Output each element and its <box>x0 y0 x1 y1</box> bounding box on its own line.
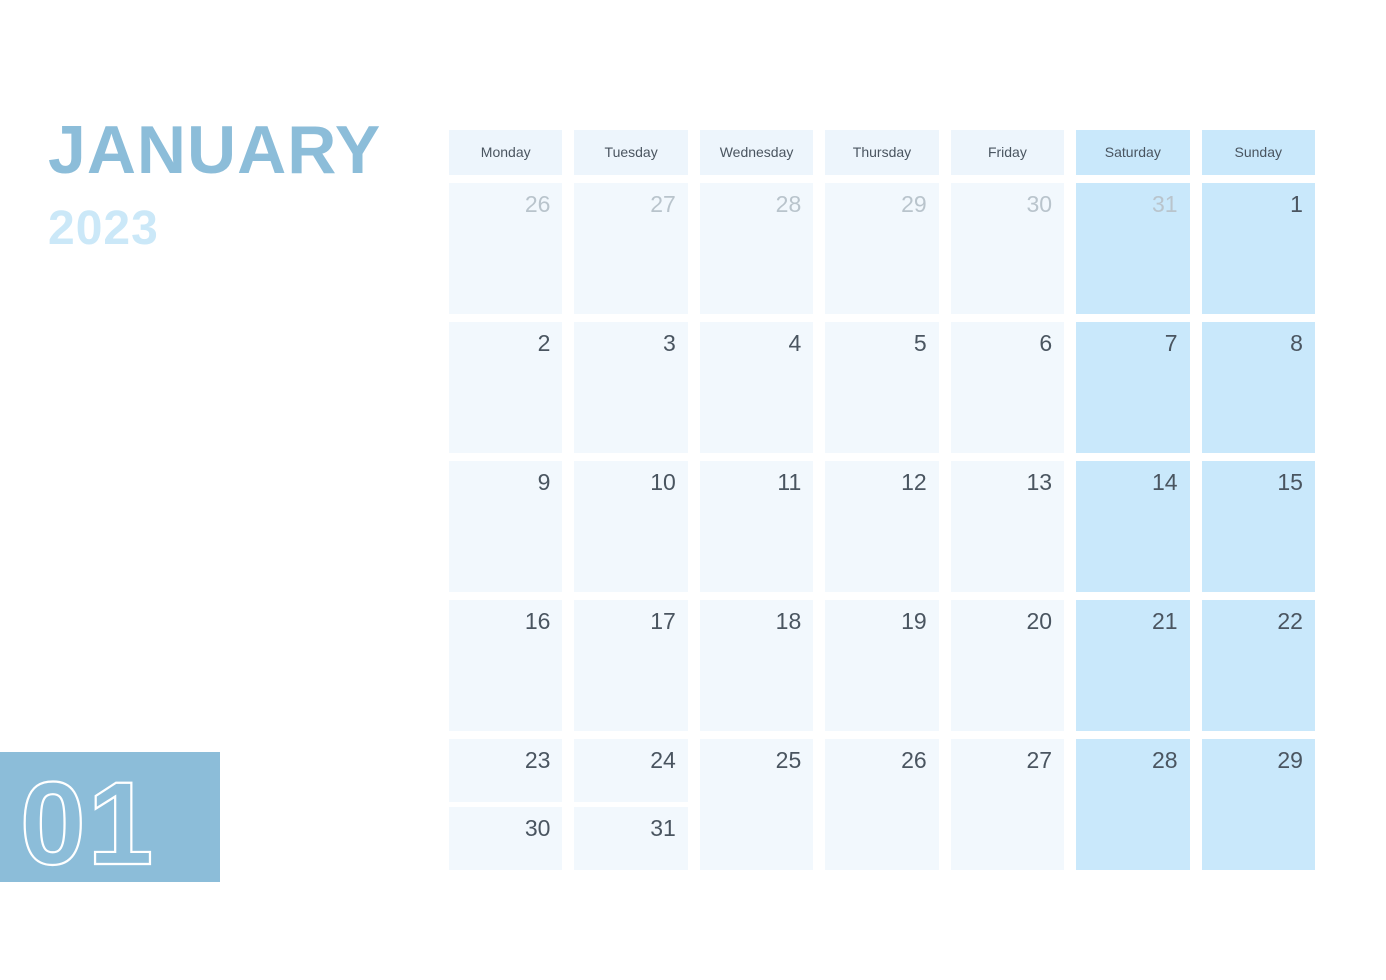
day-cell[interactable]: 30 <box>449 807 563 870</box>
day-column: 16 <box>449 600 563 731</box>
day-cell[interactable]: 19 <box>825 600 939 731</box>
week-row: 23 30 24 31 25 26 27 28 29 <box>449 739 1315 870</box>
weekday-header-thursday: Thursday <box>825 130 939 175</box>
day-column: 19 <box>825 600 939 731</box>
weekday-header-sunday: Sunday <box>1201 130 1315 175</box>
day-cell[interactable]: 2 <box>449 322 563 453</box>
day-column: 6 <box>950 322 1065 453</box>
day-column: 10 <box>574 461 688 592</box>
weekday-header-wednesday: Wednesday <box>699 130 814 175</box>
week-row: 16 17 18 19 20 21 22 <box>449 600 1315 731</box>
day-cell[interactable]: 23 <box>449 739 563 802</box>
day-cell[interactable]: 13 <box>950 461 1065 592</box>
day-cell[interactable]: 15 <box>1201 461 1315 592</box>
day-cell[interactable]: 30 <box>950 183 1065 314</box>
day-column: 26 <box>449 183 563 314</box>
day-column: 4 <box>699 322 814 453</box>
week-row: 9 10 11 12 13 14 15 <box>449 461 1315 592</box>
day-column: 1 <box>1201 183 1315 314</box>
left-panel: JANUARY 2023 01 <box>0 0 440 980</box>
day-column: 29 <box>825 183 939 314</box>
day-cell[interactable]: 29 <box>825 183 939 314</box>
day-column: 2 <box>449 322 563 453</box>
month-number-text: 01 <box>20 760 155 880</box>
day-cell[interactable]: 10 <box>574 461 688 592</box>
calendar-grid: Monday Tuesday Wednesday Thursday Friday Satu… <box>449 130 1315 878</box>
week-row: 26 27 28 29 30 31 1 <box>449 183 1315 314</box>
day-column: 5 <box>825 322 939 453</box>
day-cell[interactable]: 1 <box>1201 183 1315 314</box>
day-column: 21 <box>1076 600 1190 731</box>
weekday-header-saturday: Saturday <box>1076 130 1190 175</box>
day-cell[interactable]: 17 <box>574 600 688 731</box>
day-column: 11 <box>699 461 814 592</box>
day-column: 29 <box>1201 739 1315 870</box>
day-column: 22 <box>1201 600 1315 731</box>
day-column: 31 <box>1076 183 1190 314</box>
day-cell[interactable]: 18 <box>699 600 814 731</box>
day-column: 17 <box>574 600 688 731</box>
day-column: 25 <box>699 739 814 870</box>
day-column: 13 <box>950 461 1065 592</box>
day-cell[interactable]: 4 <box>699 322 814 453</box>
day-cell[interactable]: 16 <box>449 600 563 731</box>
day-column: 7 <box>1076 322 1190 453</box>
day-column: 14 <box>1076 461 1190 592</box>
day-cell[interactable]: 3 <box>574 322 688 453</box>
day-column: 27 <box>574 183 688 314</box>
day-column: 30 <box>950 183 1065 314</box>
day-cell[interactable]: 29 <box>1201 739 1315 870</box>
day-column: 3 <box>574 322 688 453</box>
day-cell[interactable]: 11 <box>699 461 814 592</box>
day-column: 26 <box>825 739 939 870</box>
weekday-header-monday: Monday <box>449 130 563 175</box>
day-column: 27 <box>950 739 1065 870</box>
day-column: 9 <box>449 461 563 592</box>
day-cell[interactable]: 28 <box>699 183 814 314</box>
day-column: 23 30 <box>449 739 563 870</box>
day-column: 18 <box>699 600 814 731</box>
day-cell[interactable]: 12 <box>825 461 939 592</box>
day-cell[interactable]: 26 <box>449 183 563 314</box>
day-cell[interactable]: 21 <box>1076 600 1190 731</box>
day-cell[interactable]: 22 <box>1201 600 1315 731</box>
weekday-header-tuesday: Tuesday <box>574 130 688 175</box>
day-column: 12 <box>825 461 939 592</box>
month-number-outline-graphic: 01 <box>20 760 155 880</box>
day-cell[interactable]: 31 <box>1076 183 1190 314</box>
day-cell[interactable]: 14 <box>1076 461 1190 592</box>
day-column: 28 <box>699 183 814 314</box>
day-column: 28 <box>1076 739 1190 870</box>
day-cell[interactable]: 25 <box>699 739 814 870</box>
page-title-year: 2023 <box>48 202 159 255</box>
day-cell[interactable]: 5 <box>825 322 939 453</box>
day-cell[interactable]: 24 <box>574 739 688 802</box>
day-cell[interactable]: 8 <box>1201 322 1315 453</box>
day-cell[interactable]: 27 <box>950 739 1065 870</box>
day-cell[interactable]: 6 <box>950 322 1065 453</box>
day-cell[interactable]: 9 <box>449 461 563 592</box>
month-number-badge: 01 <box>0 752 220 882</box>
week-rows: 26 27 28 29 30 31 1 2 3 4 5 6 7 8 9 10 11 12 13 14 15 16 17 18 1… <box>449 183 1315 870</box>
day-column: 24 31 <box>574 739 688 870</box>
day-cell[interactable]: 26 <box>825 739 939 870</box>
day-column: 8 <box>1201 322 1315 453</box>
day-column: 20 <box>950 600 1065 731</box>
day-cell[interactable]: 7 <box>1076 322 1190 453</box>
page-title-month: JANUARY <box>48 112 382 188</box>
day-cell[interactable]: 28 <box>1076 739 1190 870</box>
weekday-header-row: Monday Tuesday Wednesday Thursday Friday Satu… <box>449 130 1315 175</box>
day-cell[interactable]: 27 <box>574 183 688 314</box>
day-cell[interactable]: 31 <box>574 807 688 870</box>
day-cell[interactable]: 20 <box>950 600 1065 731</box>
day-column: 15 <box>1201 461 1315 592</box>
weekday-header-friday: Friday <box>950 130 1065 175</box>
week-row: 2345678 <box>449 322 1315 453</box>
